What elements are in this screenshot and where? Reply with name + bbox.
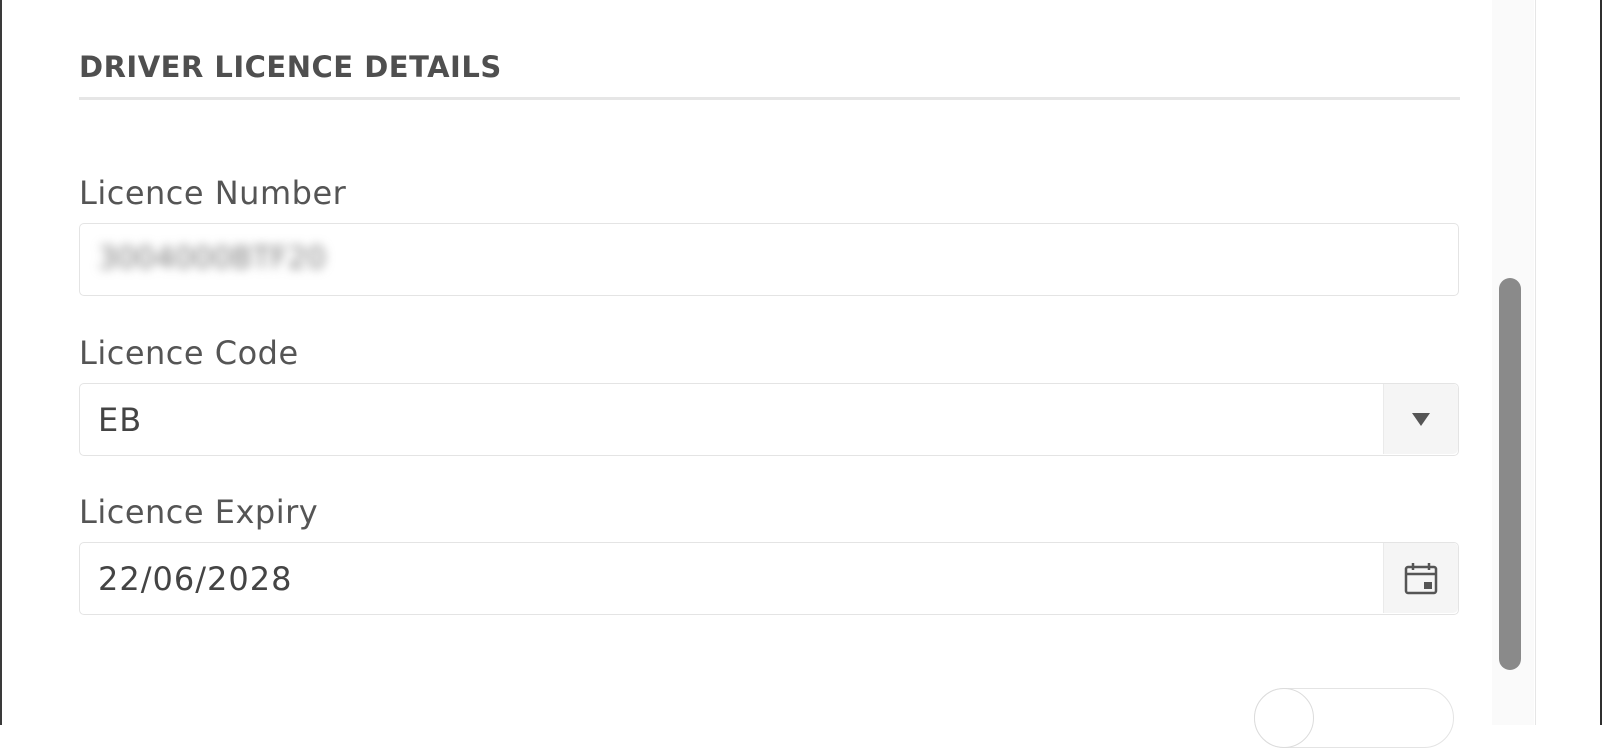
section-divider bbox=[79, 97, 1460, 100]
licence-code-dropdown-button[interactable] bbox=[1383, 384, 1458, 454]
licence-expiry-value: 22/06/2028 bbox=[98, 560, 293, 598]
licence-number-value: 3004000BTF20 bbox=[98, 241, 326, 276]
bottom-action-button[interactable] bbox=[1254, 688, 1454, 748]
chevron-down-icon bbox=[1412, 412, 1430, 426]
calendar-icon bbox=[1404, 563, 1438, 595]
licence-number-label: Licence Number bbox=[79, 174, 347, 212]
licence-expiry-calendar-button[interactable] bbox=[1383, 543, 1458, 613]
form-panel: DRIVER LICENCE DETAILS Licence Number 30… bbox=[0, 0, 1612, 748]
licence-code-select[interactable]: EB bbox=[79, 383, 1459, 456]
licence-expiry-label: Licence Expiry bbox=[79, 493, 319, 531]
bottom-action-knob bbox=[1254, 688, 1314, 748]
scrollbar-thumb[interactable] bbox=[1499, 278, 1521, 670]
window-edge bbox=[1600, 0, 1602, 725]
licence-code-label: Licence Code bbox=[79, 334, 299, 372]
licence-number-input[interactable]: 3004000BTF20 bbox=[79, 223, 1459, 296]
licence-expiry-input[interactable]: 22/06/2028 bbox=[79, 542, 1459, 615]
section-title: DRIVER LICENCE DETAILS bbox=[79, 50, 502, 84]
licence-code-value: EB bbox=[98, 401, 143, 439]
